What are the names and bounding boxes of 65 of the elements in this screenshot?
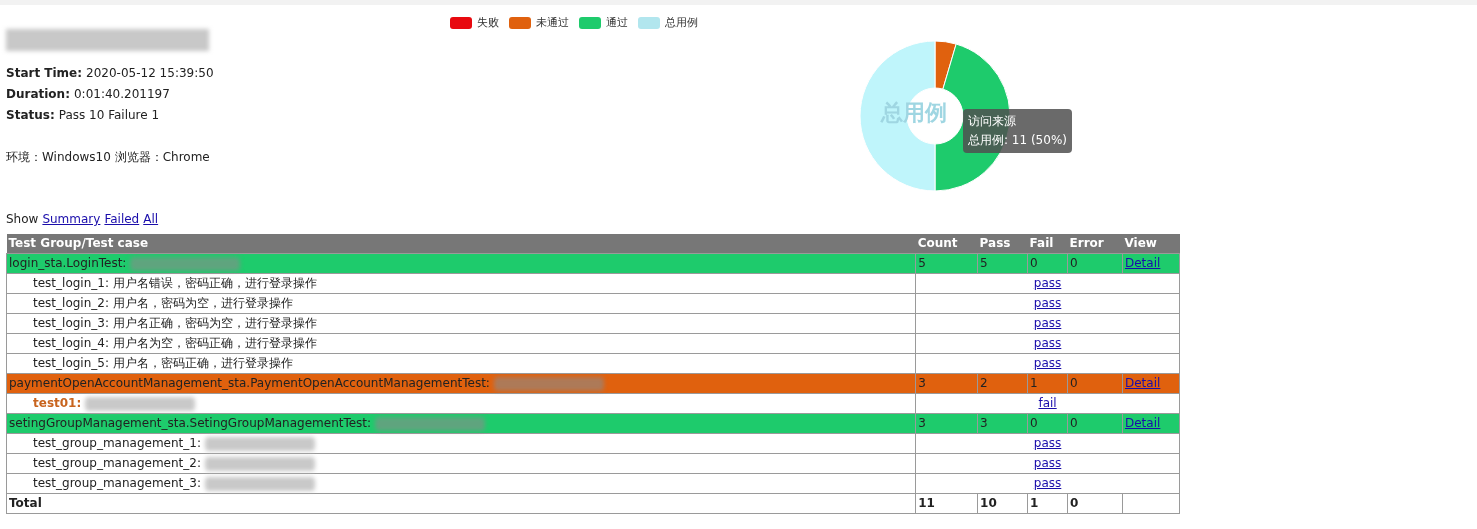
count-cell: 5 bbox=[977, 253, 1028, 274]
filter-link[interactable]: Summary bbox=[42, 212, 101, 227]
count-cell: 3 bbox=[915, 413, 978, 434]
count-cell: 0 bbox=[1027, 413, 1068, 434]
legend-swatch[interactable] bbox=[450, 17, 472, 30]
column-header: Fail bbox=[1027, 234, 1068, 254]
field-value: 0:01:40.201197 bbox=[73, 87, 170, 102]
result-link[interactable]: pass bbox=[1033, 316, 1062, 330]
total-cell: 10 bbox=[977, 493, 1028, 514]
total-label: Total bbox=[6, 493, 916, 514]
result-link[interactable]: fail bbox=[1038, 396, 1057, 410]
total-cell: 11 bbox=[915, 493, 978, 514]
count-cell: 0 bbox=[1067, 413, 1123, 434]
total-cell: 0 bbox=[1067, 493, 1123, 514]
group-name: paymentOpenAccountManagement_sta.PaymentOpenAccountManagementTest: bbox=[9, 376, 490, 390]
legend-label[interactable]: 失败 bbox=[477, 15, 499, 32]
count-cell: 5 bbox=[915, 253, 978, 274]
result-link[interactable]: pass bbox=[1033, 336, 1062, 350]
field-label: Start Time: bbox=[6, 66, 83, 81]
count-cell: 3 bbox=[915, 373, 978, 394]
environment-text: 环境：Windows10 浏览器：Chrome bbox=[6, 150, 211, 165]
legend-label[interactable]: 通过 bbox=[606, 15, 628, 32]
result-link[interactable]: pass bbox=[1033, 436, 1062, 450]
field-label: Duration: bbox=[6, 87, 70, 102]
tooltip-value: 总用例: 11 (50%) bbox=[968, 131, 1067, 149]
result-link[interactable]: pass bbox=[1033, 276, 1062, 290]
filter-link[interactable]: Failed bbox=[104, 212, 140, 227]
show-label: Show bbox=[6, 212, 39, 227]
case-name: test_login_4: 用户名为空，密码正确，进行登录操作 bbox=[33, 336, 317, 350]
case-name: test_group_management_3: bbox=[33, 476, 201, 490]
result-link[interactable]: pass bbox=[1033, 296, 1062, 310]
count-cell: 1 bbox=[1027, 373, 1068, 394]
field-value: 2020-05-12 15:39:50 bbox=[86, 66, 214, 81]
result-link[interactable]: pass bbox=[1033, 476, 1062, 490]
group-name: setingGroupManagement_sta.SetingGroupManagementTest: bbox=[9, 416, 372, 430]
case-name: test_login_5: 用户名，密码正确，进行登录操作 bbox=[33, 356, 293, 370]
count-cell: 0 bbox=[1027, 253, 1068, 274]
result-link[interactable]: pass bbox=[1033, 456, 1062, 470]
legend-swatch[interactable] bbox=[638, 17, 660, 30]
filter-link[interactable]: All bbox=[143, 212, 159, 227]
column-header: Error bbox=[1067, 234, 1123, 254]
case-name: test01: bbox=[33, 396, 82, 410]
case-name: test_group_management_2: bbox=[33, 456, 201, 470]
legend-label[interactable]: 总用例 bbox=[665, 15, 698, 32]
column-header: Pass bbox=[977, 234, 1028, 254]
count-cell: 0 bbox=[1067, 373, 1123, 394]
column-header: Count bbox=[915, 234, 978, 254]
legend-swatch[interactable] bbox=[579, 17, 601, 30]
count-cell: 3 bbox=[977, 413, 1028, 434]
total-cell: 1 bbox=[1027, 493, 1068, 514]
result-link[interactable]: pass bbox=[1033, 356, 1062, 370]
group-name: login_sta.LoginTest: bbox=[9, 256, 127, 270]
count-cell: 2 bbox=[977, 373, 1028, 394]
legend-label[interactable]: 未通过 bbox=[536, 15, 569, 32]
legend-swatch[interactable] bbox=[509, 17, 531, 30]
column-header: Test Group/Test case bbox=[6, 234, 916, 254]
tooltip-title: 访问来源 bbox=[968, 112, 1016, 130]
column-header: View bbox=[1122, 234, 1180, 254]
case-name: test_login_3: 用户名正确，密码为空，进行登录操作 bbox=[33, 316, 317, 330]
field-label: Status: bbox=[6, 108, 55, 123]
case-name: test_login_2: 用户名，密码为空，进行登录操作 bbox=[33, 296, 293, 310]
case-name: test_login_1: 用户名错误，密码正确，进行登录操作 bbox=[33, 276, 317, 290]
count-cell: 0 bbox=[1067, 253, 1123, 274]
field-value: Pass 10 Failure 1 bbox=[58, 108, 160, 123]
case-name: test_group_management_1: bbox=[33, 436, 201, 450]
